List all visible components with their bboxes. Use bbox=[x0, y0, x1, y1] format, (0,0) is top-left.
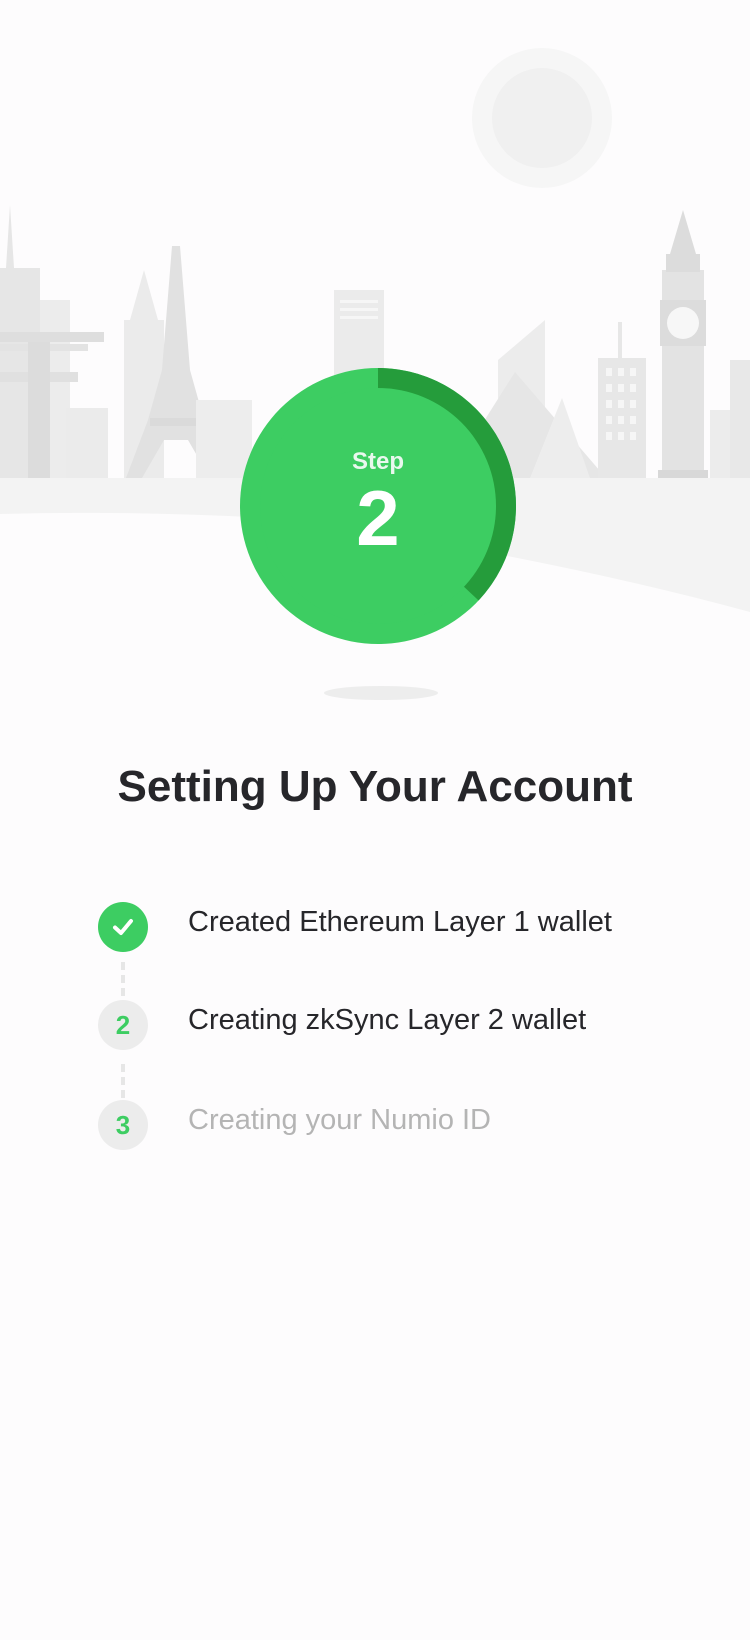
step-item-3: 3 Creating your Numio ID bbox=[98, 1100, 698, 1152]
step-label-1: Created Ethereum Layer 1 wallet bbox=[188, 906, 612, 938]
step-item-1: Created Ethereum Layer 1 wallet bbox=[98, 902, 698, 954]
step-label-2: Creating zkSync Layer 2 wallet bbox=[188, 1004, 587, 1036]
step-number-badge-3: 3 bbox=[98, 1100, 148, 1150]
badge-shadow bbox=[324, 686, 438, 700]
step-number: 2 bbox=[356, 474, 400, 562]
page-title: Setting Up Your Account bbox=[117, 762, 633, 811]
step-number-badge-2: 2 bbox=[98, 1000, 148, 1050]
step-connector bbox=[121, 962, 125, 996]
step-connector bbox=[121, 1064, 125, 1098]
check-icon bbox=[98, 902, 148, 952]
step-progress-badge: Step 2 bbox=[240, 368, 517, 644]
step-item-2: 2 Creating zkSync Layer 2 wallet bbox=[98, 1000, 698, 1052]
step-label-3: Creating your Numio ID bbox=[188, 1104, 491, 1136]
